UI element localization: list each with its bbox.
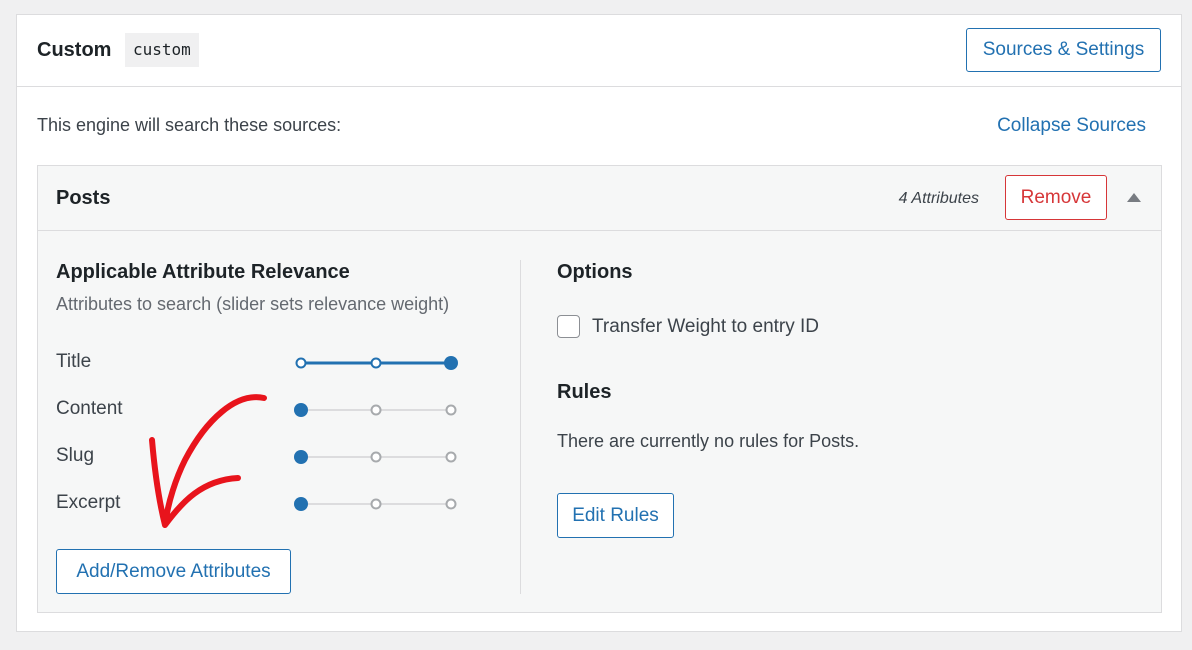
slider-step (370, 357, 382, 369)
relevance-slider[interactable] (294, 398, 457, 422)
edit-rules-button[interactable]: Edit Rules (557, 493, 674, 538)
slider-handle (444, 356, 458, 370)
relevance-slider[interactable] (295, 351, 458, 375)
add-remove-attributes-button[interactable]: Add/Remove Attributes (56, 549, 291, 594)
intro-text: This engine will search these sources: (37, 115, 342, 135)
relevance-slider[interactable] (294, 492, 457, 516)
rules-title: Rules (557, 381, 612, 403)
relevance-column: Applicable Attribute Relevance Attribute… (56, 261, 516, 594)
engine-header: Custom custom Sources & Settings (17, 15, 1181, 87)
relevance-title: Applicable Attribute Relevance (56, 261, 350, 283)
slider-step (445, 498, 457, 510)
options-column: Options Transfer Weight to entry ID Rule… (557, 261, 1117, 538)
slider-handle (294, 497, 308, 511)
slider-step (445, 404, 457, 416)
rules-empty-text: There are currently no rules for Posts. (557, 431, 860, 451)
collapse-arrow-icon[interactable] (1127, 193, 1141, 202)
slider-step (445, 451, 457, 463)
attribute-label: Slug (56, 445, 95, 466)
column-divider (520, 260, 521, 594)
slider-handle (294, 450, 308, 464)
slider-step (370, 498, 382, 510)
attribute-label: Title (56, 351, 92, 372)
slider-handle (294, 403, 308, 417)
engine-slug: custom (125, 33, 199, 67)
options-title: Options (557, 261, 633, 283)
source-panel-posts: Posts 4 Attributes Remove Applicable Att… (37, 165, 1162, 613)
collapse-sources-link[interactable]: Collapse Sources (997, 115, 1146, 137)
transfer-weight-option[interactable]: Transfer Weight to entry ID (557, 315, 819, 338)
slider-step (370, 404, 382, 416)
source-title: Posts (56, 187, 111, 209)
engine-card: Custom custom Sources & Settings This en… (16, 14, 1182, 632)
attribute-label: Content (56, 398, 123, 419)
attribute-count: 4 Attributes (898, 190, 979, 207)
remove-source-button[interactable]: Remove (1005, 175, 1107, 220)
transfer-weight-checkbox[interactable] (557, 315, 580, 338)
source-header[interactable]: Posts 4 Attributes Remove (38, 166, 1161, 231)
attribute-label: Excerpt (56, 492, 121, 513)
red-arrow-annotation (149, 394, 267, 528)
slider-step (370, 451, 382, 463)
engine-name: Custom (37, 39, 112, 61)
relevance-subtitle: Attributes to search (slider sets releva… (56, 294, 450, 314)
slider-step (295, 357, 307, 369)
sources-settings-button[interactable]: Sources & Settings (966, 28, 1161, 72)
transfer-weight-label: Transfer Weight to entry ID (592, 315, 820, 337)
relevance-slider[interactable] (294, 445, 457, 469)
attribute-row: Title (56, 351, 476, 375)
